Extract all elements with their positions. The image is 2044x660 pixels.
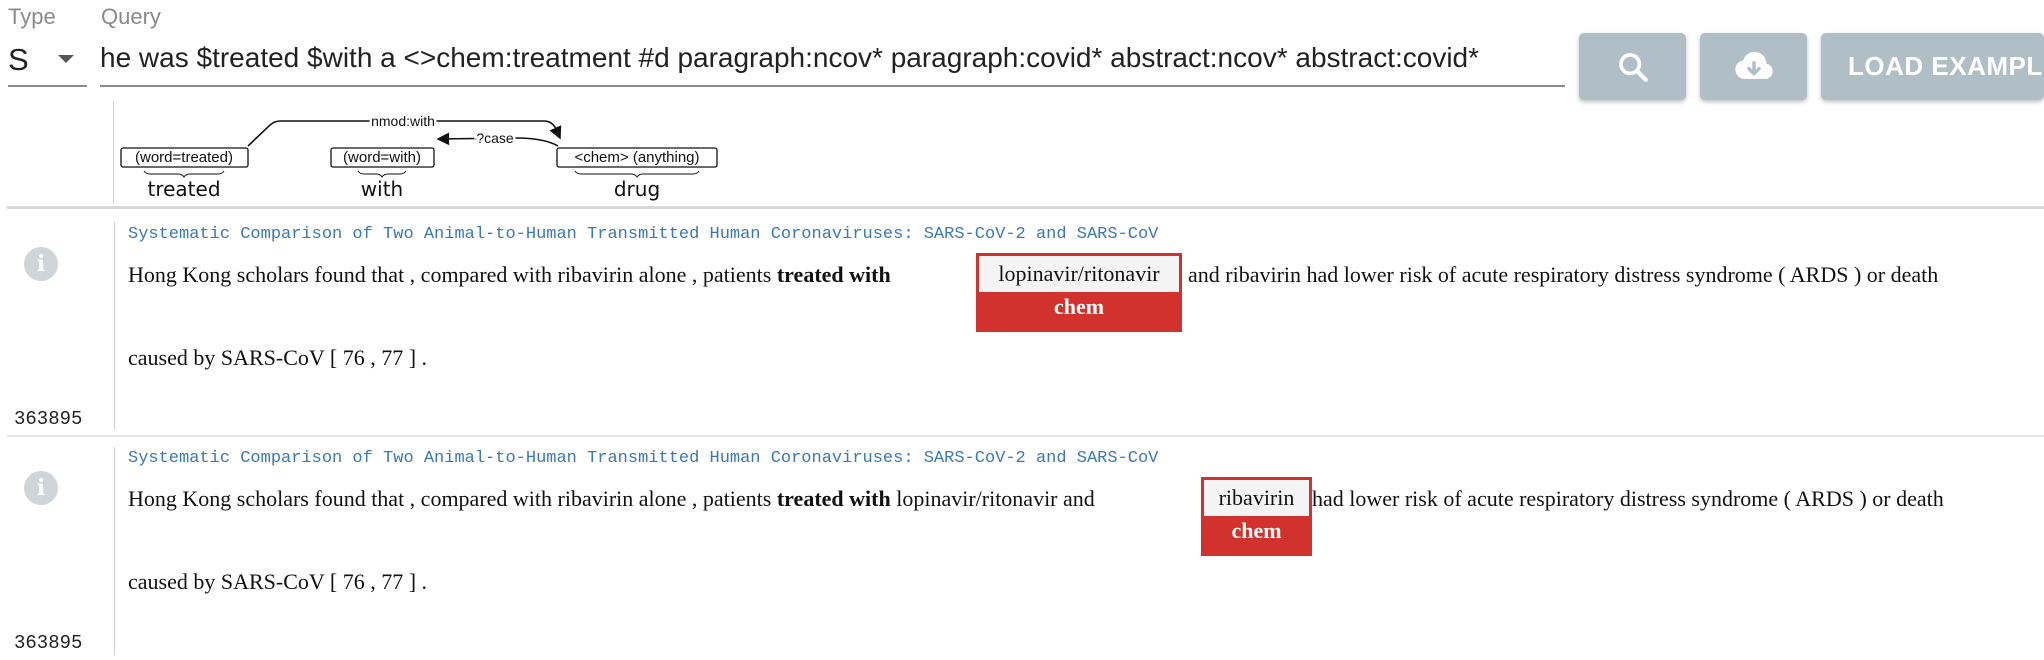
result-divider bbox=[114, 222, 115, 430]
load-examples-button[interactable]: LOAD EXAMPLE bbox=[1821, 33, 2044, 100]
graph-node-word: treated bbox=[147, 177, 220, 201]
entity-text: ribavirin bbox=[1204, 480, 1309, 516]
entity-highlight[interactable]: ribavirin chem bbox=[1201, 477, 1312, 556]
search-icon bbox=[1618, 52, 1648, 82]
entity-label: chem bbox=[1053, 294, 1105, 319]
search-button[interactable] bbox=[1579, 33, 1686, 100]
result-sentence: Hong Kong scholars found that , compared… bbox=[128, 261, 891, 289]
sentence-text: and ribavirin had lower risk of acute re… bbox=[1188, 262, 1939, 287]
query-graph-panel: nmod:with ?case (word=treated) treated (… bbox=[113, 100, 764, 204]
graph-edge-label: nmod:with bbox=[371, 113, 435, 129]
result-title[interactable]: Systematic Comparison of Two Animal-to-H… bbox=[128, 449, 1158, 468]
graph-edge-label: ?case bbox=[476, 130, 514, 146]
result-id: 363895 bbox=[14, 408, 83, 430]
info-icon[interactable]: i bbox=[24, 471, 58, 505]
matched-words: treated with bbox=[776, 262, 891, 287]
result-id: 363895 bbox=[14, 632, 83, 654]
divider bbox=[7, 206, 2044, 209]
result-divider bbox=[114, 447, 115, 655]
query-input[interactable] bbox=[100, 30, 1565, 87]
graph-node-word: with bbox=[361, 177, 403, 201]
type-select[interactable]: S bbox=[8, 30, 87, 87]
graph-node-word: drug bbox=[614, 177, 660, 201]
sentence-text: lopinavir/ritonavir and bbox=[890, 486, 1095, 511]
entity-highlight[interactable]: lopinavir/ritonavir chem bbox=[976, 253, 1182, 332]
sentence-text: Hong Kong scholars found that , compared… bbox=[128, 262, 777, 287]
graph-node-constraint: <chem> (anything) bbox=[574, 149, 699, 166]
result-title[interactable]: Systematic Comparison of Two Animal-to-H… bbox=[128, 225, 1158, 244]
entity-label: chem bbox=[1231, 518, 1282, 543]
type-label: Type bbox=[8, 4, 56, 29]
graph-node-constraint: (word=with) bbox=[343, 149, 421, 166]
divider bbox=[7, 435, 2044, 437]
cloud-download-icon bbox=[1734, 51, 1773, 79]
type-select-value: S bbox=[8, 42, 29, 77]
sentence-text: caused by SARS-CoV [ 76 , 77 ] . bbox=[128, 345, 428, 370]
info-icon[interactable]: i bbox=[24, 247, 58, 281]
caret-down-icon bbox=[58, 55, 74, 63]
query-label: Query bbox=[101, 4, 161, 29]
download-button[interactable] bbox=[1700, 33, 1807, 100]
sentence-text: caused by SARS-CoV [ 76 , 77 ] . bbox=[128, 569, 428, 594]
query-graph: nmod:with ?case (word=treated) treated (… bbox=[120, 111, 718, 201]
entity-text: lopinavir/ritonavir bbox=[979, 256, 1179, 292]
sentence-text: Hong Kong scholars found that , compared… bbox=[128, 486, 777, 511]
sentence-text: had lower risk of acute respiratory dist… bbox=[1312, 486, 1944, 511]
result-sentence: Hong Kong scholars found that , compared… bbox=[128, 485, 1095, 513]
graph-node-constraint: (word=treated) bbox=[135, 149, 233, 166]
matched-words: treated with bbox=[776, 486, 891, 511]
